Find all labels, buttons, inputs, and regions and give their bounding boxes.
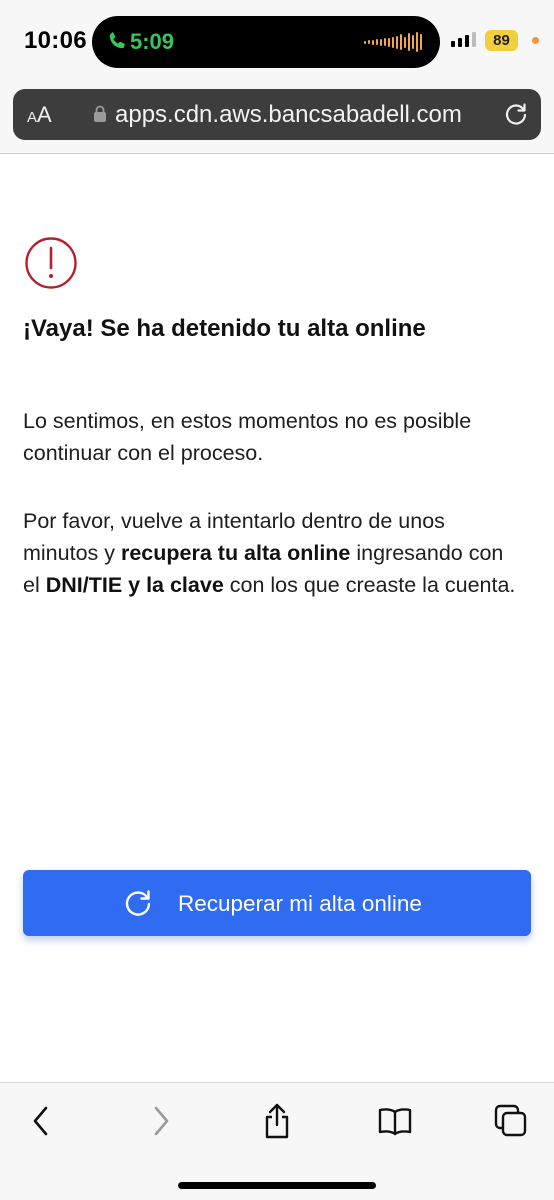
address-bar[interactable]: AA apps.cdn.aws.bancsabadell.com [13, 89, 541, 140]
share-icon [265, 1103, 289, 1139]
forward-button[interactable] [141, 1101, 181, 1141]
dynamic-island[interactable]: 5:09 [92, 16, 440, 68]
microphone-in-use-indicator [532, 37, 539, 44]
recover-signup-button-label: Recuperar mi alta online [178, 891, 422, 916]
cellular-signal-icon [451, 31, 476, 47]
battery-indicator: 89 [485, 30, 518, 51]
instructions-message: Por favor, vuelve a intentarlo dentro de… [23, 509, 516, 597]
lock-icon [94, 105, 106, 122]
bookmarks-button[interactable] [375, 1101, 415, 1141]
text-size-button[interactable]: AA [27, 102, 52, 128]
book-icon [378, 1108, 412, 1136]
chevron-left-icon [33, 1106, 48, 1136]
error-message: Lo sentimos, en estos momentos no es pos… [23, 409, 472, 465]
chevron-right-icon [154, 1106, 169, 1136]
phone-icon [109, 32, 125, 49]
tabs-button[interactable] [491, 1101, 531, 1141]
home-indicator[interactable] [178, 1182, 376, 1189]
reload-icon[interactable] [503, 101, 529, 127]
browser-header: AA apps.cdn.aws.bancsabadell.com [0, 84, 554, 154]
call-duration: 5:09 [130, 29, 175, 54]
share-button[interactable] [257, 1101, 297, 1141]
url-text[interactable]: apps.cdn.aws.bancsabadell.com [115, 101, 462, 129]
back-button[interactable] [21, 1101, 61, 1141]
refresh-icon [125, 890, 151, 916]
recover-signup-button[interactable]: Recuperar mi alta online [23, 870, 531, 936]
status-bar: 10:06 5:09 89 [0, 0, 554, 84]
tabs-icon [494, 1104, 527, 1137]
audio-waveform-icon [364, 32, 422, 52]
alert-circle-icon [25, 237, 77, 289]
page-title: ¡Vaya! Se ha detenido tu alta online [23, 315, 426, 342]
status-time: 10:06 [24, 27, 87, 54]
